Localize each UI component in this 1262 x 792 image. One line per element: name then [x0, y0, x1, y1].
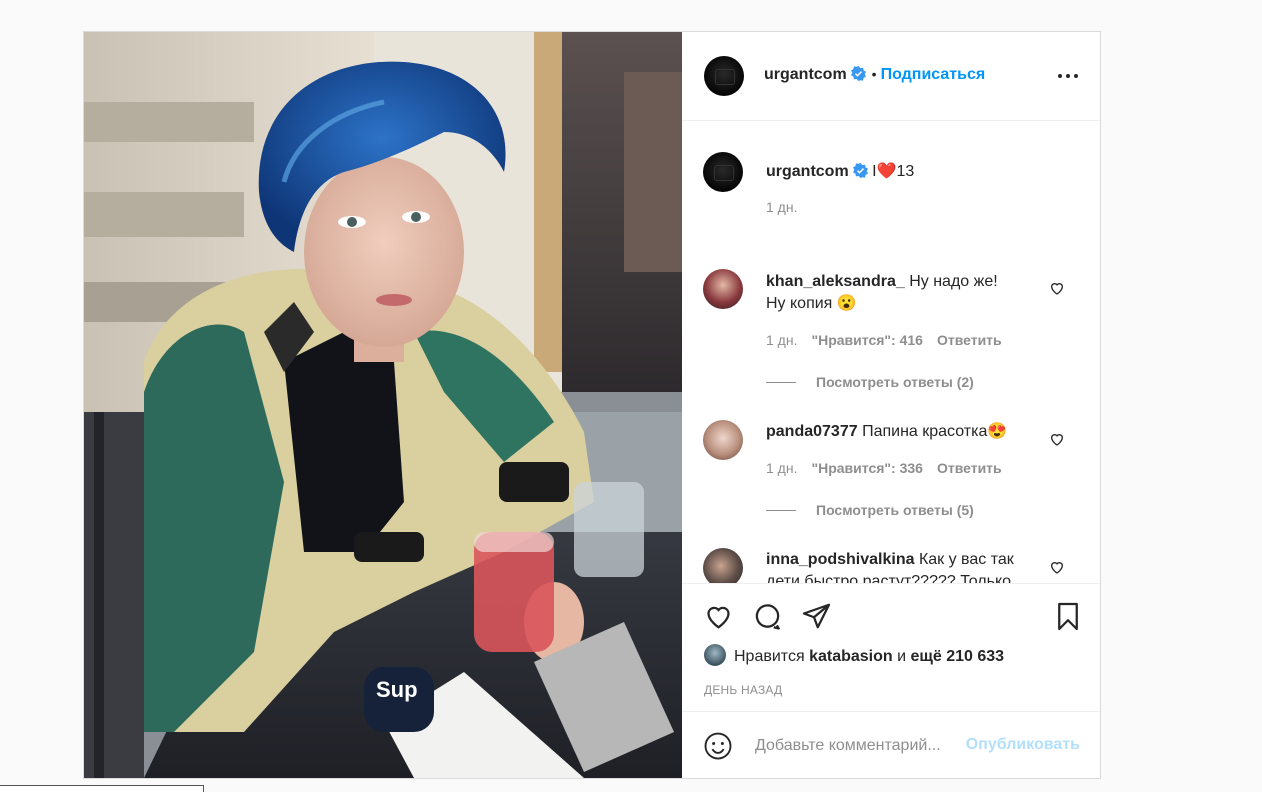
author-username[interactable]: urgantcom — [764, 66, 847, 83]
author-avatar[interactable] — [704, 56, 744, 96]
comment-input[interactable] — [753, 733, 967, 759]
caption-body: I❤️13 — [872, 163, 915, 180]
comment-like-icon[interactable] — [1049, 280, 1065, 296]
verified-icon — [850, 66, 866, 81]
comment-text: panda07377 Папина красотка😍 — [766, 421, 1036, 443]
caption-text: urgantcom I❤️13 — [766, 161, 1036, 183]
follow-button[interactable]: Подписаться — [881, 66, 986, 83]
liker-avatar[interactable] — [704, 644, 726, 666]
comment-body: Папина красотка😍 — [862, 423, 1008, 440]
view-replies-button[interactable]: Посмотреть ответы (5) — [766, 502, 974, 518]
add-comment-bar: Опубликовать — [682, 711, 1100, 778]
view-replies-button[interactable]: Посмотреть ответы (2) — [766, 374, 974, 390]
comment-text: inna_podshivalkina Как у вас так дети бы… — [766, 549, 1036, 583]
comment-meta: 1 дн. "Нравится": 416 Ответить — [766, 332, 1002, 348]
emoji-icon[interactable] — [703, 731, 733, 761]
post-sidebar: urgantcom • Подписаться urgantcom I❤️13 1 … — [682, 32, 1100, 778]
heart-icon[interactable] — [703, 601, 734, 631]
publish-button[interactable]: Опубликовать — [966, 736, 1080, 754]
comment-time: 1 дн. — [766, 460, 798, 476]
comment-avatar[interactable] — [703, 420, 743, 460]
comments-list[interactable]: urgantcom I❤️13 1 дн. khan_aleksandra_ Н… — [682, 121, 1100, 583]
comment-like-icon[interactable] — [1049, 431, 1065, 447]
likes-and: и — [897, 648, 907, 665]
likes-count[interactable]: ещё 210 633 — [911, 648, 1005, 665]
comment-likes[interactable]: "Нравится": 416 — [811, 332, 922, 348]
bookmark-icon[interactable] — [1053, 601, 1083, 632]
reply-button[interactable]: Ответить — [937, 332, 1002, 348]
comment-meta: 1 дн. "Нравится": 336 Ответить — [766, 460, 1002, 476]
likes-summary: Нравится katabasion и ещё 210 633 — [704, 644, 1004, 666]
comment-likes[interactable]: "Нравится": 336 — [811, 460, 922, 476]
post-header: urgantcom • Подписаться — [682, 32, 1100, 121]
share-icon[interactable] — [801, 601, 832, 631]
comment-username[interactable]: inna_podshivalkina — [766, 551, 914, 568]
liker-username[interactable]: katabasion — [809, 648, 893, 665]
comment-avatar[interactable] — [703, 269, 743, 309]
reply-button[interactable]: Ответить — [937, 460, 1002, 476]
comment-username[interactable]: panda07377 — [766, 423, 858, 440]
post-actions: Нравится katabasion и ещё 210 633 ДЕНЬ Н… — [682, 583, 1100, 711]
comment-like-icon[interactable] — [1049, 559, 1065, 575]
dot-separator: • — [871, 66, 877, 82]
caption-avatar[interactable] — [703, 152, 743, 192]
caption-time: 1 дн. — [766, 199, 798, 215]
photo-case-text: Sup — [376, 677, 418, 702]
more-options-button[interactable] — [1058, 68, 1080, 84]
post-date[interactable]: ДЕНЬ НАЗАД — [704, 683, 782, 697]
author-line: urgantcom • Подписаться — [764, 66, 985, 84]
comment-avatar[interactable] — [703, 548, 743, 583]
photo-illustration: Sup — [84, 32, 682, 778]
caption-username[interactable]: urgantcom — [766, 163, 849, 180]
comment-icon[interactable] — [752, 601, 783, 631]
post-card: Sup urgantcom • Подписаться urgantcom I❤… — [83, 31, 1101, 779]
post-photo[interactable]: Sup — [84, 32, 682, 778]
more-icon — [1058, 74, 1062, 78]
verified-icon — [852, 163, 868, 178]
comment-time: 1 дн. — [766, 332, 798, 348]
likes-prefix: Нравится — [734, 648, 805, 665]
comment-text: khan_aleksandra_ Ну надо же! Ну копия 😮 — [766, 271, 1036, 315]
comment-username[interactable]: khan_aleksandra_ — [766, 273, 905, 290]
bottom-edge-frame — [0, 785, 204, 792]
